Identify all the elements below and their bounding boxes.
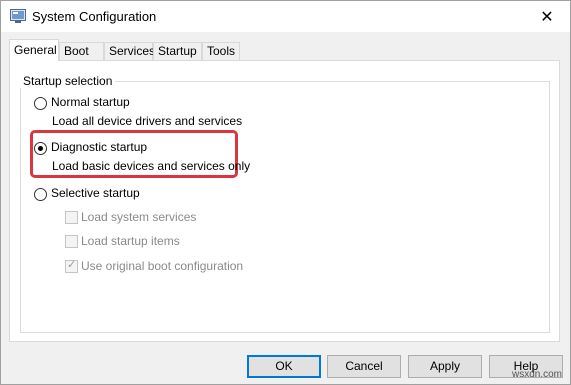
general-tab-panel: Startup selection Normal startup Load al…: [9, 60, 560, 342]
load-startup-items-checkbox[interactable]: [65, 235, 78, 248]
use-original-boot-config-checkbox[interactable]: ✓: [65, 259, 78, 273]
diagnostic-startup-description: Load basic devices and services only: [52, 159, 251, 173]
window-title: System Configuration: [32, 9, 157, 24]
tab-startup[interactable]: Startup: [153, 42, 202, 60]
startup-selection-legend: Startup selection: [20, 74, 116, 88]
watermark: wsxdn.com: [511, 369, 562, 380]
radio-selected-dot: [38, 146, 43, 151]
apply-button[interactable]: Apply: [408, 355, 482, 378]
tab-services[interactable]: Services: [104, 42, 155, 60]
ok-button[interactable]: OK: [247, 355, 321, 378]
diagnostic-startup-radio[interactable]: [34, 142, 47, 155]
tab-general[interactable]: General: [9, 39, 59, 61]
close-icon: ✕: [540, 8, 554, 26]
tab-boot[interactable]: Boot: [59, 42, 104, 60]
load-startup-items-label[interactable]: Load startup items: [81, 234, 180, 248]
load-system-services-label[interactable]: Load system services: [81, 210, 196, 224]
cancel-button[interactable]: Cancel: [327, 355, 401, 378]
normal-startup-description: Load all device drivers and services: [52, 114, 243, 128]
msconfig-app-icon: [10, 9, 26, 24]
use-original-boot-config-label[interactable]: Use original boot configuration: [81, 259, 243, 273]
selective-startup-label[interactable]: Selective startup: [51, 186, 140, 200]
title-bar: System Configuration ✕: [1, 1, 570, 32]
selective-startup-radio[interactable]: [34, 188, 47, 201]
checkmark-icon: ✓: [67, 259, 77, 271]
diagnostic-startup-label[interactable]: Diagnostic startup: [51, 140, 147, 154]
normal-startup-label[interactable]: Normal startup: [51, 95, 130, 109]
close-button[interactable]: ✕: [524, 1, 570, 32]
tab-tools[interactable]: Tools: [202, 42, 240, 60]
system-configuration-window: System Configuration ✕ General Boot Serv…: [0, 0, 571, 385]
load-system-services-checkbox[interactable]: [65, 211, 78, 224]
normal-startup-radio[interactable]: [34, 97, 47, 110]
